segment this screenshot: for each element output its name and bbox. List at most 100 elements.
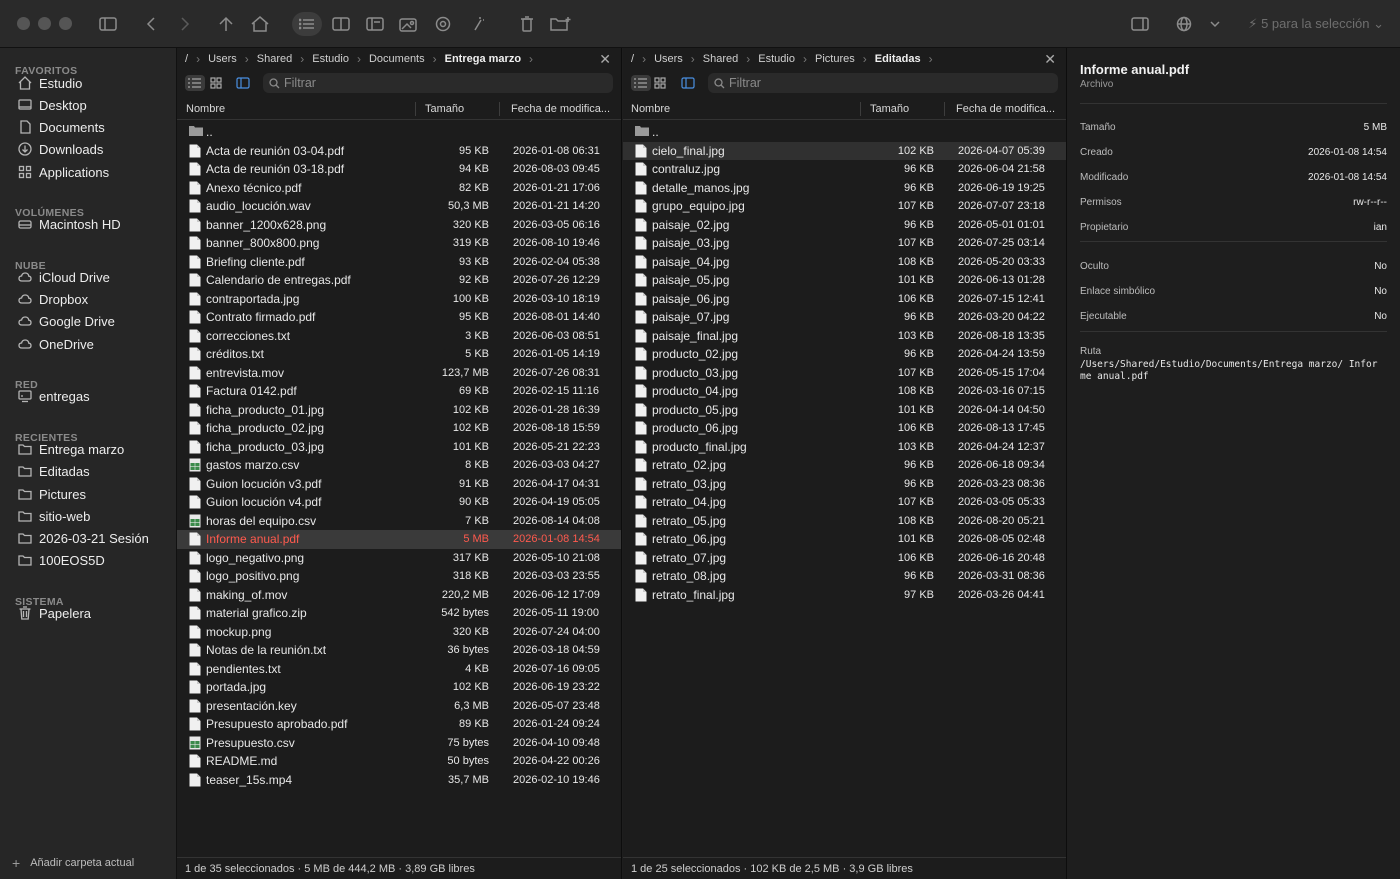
up-arrow-icon[interactable] xyxy=(216,12,236,36)
file-row[interactable]: Acta de reunión 03-18.pdf 94 KB 2026-08-03… xyxy=(177,160,621,179)
sidebar-item-100eos5d[interactable]: 100EOS5D xyxy=(18,550,105,570)
sidebar-item-entregas[interactable]: entregas xyxy=(18,386,90,406)
breadcrumb-item[interactable]: Pictures xyxy=(815,53,855,65)
file-row[interactable]: producto_03.jpg 107 KB 2026-05-15 17:04 xyxy=(623,364,1066,383)
file-row[interactable]: retrato_06.jpg 101 KB 2026-08-05 02:48 xyxy=(623,530,1066,549)
file-row[interactable]: paisaje_07.jpg 96 KB 2026-03-20 04:22 xyxy=(623,308,1066,327)
file-row[interactable]: mockup.png 320 KB 2026-07-24 04:00 xyxy=(177,623,621,642)
breadcrumb-item[interactable]: Users xyxy=(208,53,237,65)
file-row[interactable]: material grafico.zip 542 bytes 2026-05-11 … xyxy=(177,604,621,623)
column-name[interactable]: Nombre xyxy=(186,103,225,115)
file-row[interactable]: Informe anual.pdf 5 MB 2026-01-08 14:54 xyxy=(177,530,621,549)
file-row[interactable]: contraportada.jpg 100 KB 2026-03-10 18:19 xyxy=(177,290,621,309)
file-row[interactable]: Factura 0142.pdf 69 KB 2026-02-15 11:16 xyxy=(177,382,621,401)
file-row[interactable]: Acta de reunión 03-04.pdf 95 KB 2026-01-08… xyxy=(177,142,621,161)
sparkle-icon[interactable] xyxy=(466,12,488,36)
sidebar-item-downloads[interactable]: Downloads xyxy=(18,139,103,159)
sidebar-item-dropbox[interactable]: Dropbox xyxy=(18,289,88,309)
filter-input[interactable] xyxy=(284,76,564,90)
file-row[interactable]: retrato_02.jpg 96 KB 2026-06-18 09:34 xyxy=(623,456,1066,475)
column-name[interactable]: Nombre xyxy=(631,103,670,115)
breadcrumb-item[interactable]: Shared xyxy=(703,53,738,65)
list-view-icon[interactable] xyxy=(185,75,205,91)
file-row[interactable]: retrato_07.jpg 106 KB 2026-06-16 20:48 xyxy=(623,549,1066,568)
breadcrumb-item[interactable]: Editadas xyxy=(875,53,921,65)
grid-view-icon[interactable] xyxy=(206,75,226,91)
sidebar-item-estudio[interactable]: Estudio xyxy=(18,73,82,93)
sidebar-item-entrega-marzo[interactable]: Entrega marzo xyxy=(18,439,124,459)
file-row[interactable]: retrato_04.jpg 107 KB 2026-03-05 05:33 xyxy=(623,493,1066,512)
sidebar-item-documents[interactable]: Documents xyxy=(18,117,105,137)
sidebar-toggle-icon[interactable] xyxy=(96,12,120,36)
chevron-down-icon[interactable] xyxy=(1207,12,1223,36)
parent-folder-row[interactable]: .. xyxy=(177,123,621,142)
sidebar-item-macintosh-hd[interactable]: Macintosh HD xyxy=(18,214,121,234)
file-row[interactable]: audio_locución.wav 50,3 MB 2026-01-21 14:2… xyxy=(177,197,621,216)
close-window-button[interactable] xyxy=(17,17,30,30)
file-row[interactable]: logo_positivo.png 318 KB 2026-03-03 23:55 xyxy=(177,567,621,586)
list-view-icon[interactable] xyxy=(631,75,651,91)
home-icon[interactable] xyxy=(249,12,271,36)
close-pane-icon[interactable]: ✕ xyxy=(599,51,611,68)
list-view-icon[interactable] xyxy=(292,12,322,36)
breadcrumb-item[interactable]: Estudio xyxy=(312,53,349,65)
sidebar-item-desktop[interactable]: Desktop xyxy=(18,95,87,115)
file-row[interactable]: paisaje_06.jpg 106 KB 2026-07-15 12:41 xyxy=(623,290,1066,309)
file-row[interactable]: logo_negativo.png 317 KB 2026-05-10 21:08 xyxy=(177,549,621,568)
file-row[interactable]: Guion locución v4.pdf 90 KB 2026-04-19 05:… xyxy=(177,493,621,512)
column-date[interactable]: Fecha de modifica... xyxy=(511,103,610,115)
file-row[interactable]: Presupuesto aprobado.pdf 89 KB 2026-01-24 … xyxy=(177,715,621,734)
breadcrumb-item[interactable]: Users xyxy=(654,53,683,65)
file-row[interactable]: portada.jpg 102 KB 2026-06-19 23:22 xyxy=(177,678,621,697)
trash-icon[interactable] xyxy=(517,12,537,36)
file-row[interactable]: entrevista.mov 123,7 MB 2026-07-26 08:31 xyxy=(177,364,621,383)
close-pane-icon[interactable]: ✕ xyxy=(1044,51,1056,68)
file-row[interactable]: README.md 50 bytes 2026-04-22 00:26 xyxy=(177,752,621,771)
column-date[interactable]: Fecha de modifica... xyxy=(956,103,1055,115)
file-row[interactable]: gastos marzo.csv 8 KB 2026-03-03 04:27 xyxy=(177,456,621,475)
file-row[interactable]: paisaje_05.jpg 101 KB 2026-06-13 01:28 xyxy=(623,271,1066,290)
grid-view-icon[interactable] xyxy=(650,75,670,91)
minimize-window-button[interactable] xyxy=(38,17,51,30)
breadcrumb-item[interactable]: / xyxy=(631,53,634,65)
file-row[interactable]: horas del equipo.csv 7 KB 2026-08-14 04:08 xyxy=(177,512,621,531)
file-row[interactable]: cielo_final.jpg 102 KB 2026-04-07 05:39 xyxy=(623,141,1066,160)
forward-icon[interactable] xyxy=(176,12,194,36)
file-row[interactable]: Presupuesto.csv 75 bytes 2026-04-10 09:48 xyxy=(177,734,621,753)
file-row[interactable]: detalle_manos.jpg 96 KB 2026-06-19 19:25 xyxy=(623,179,1066,198)
file-row[interactable]: Guion locución v3.pdf 91 KB 2026-04-17 04:… xyxy=(177,475,621,494)
file-row[interactable]: ficha_producto_03.jpg 101 KB 2026-05-21 22… xyxy=(177,438,621,457)
file-row[interactable]: paisaje_03.jpg 107 KB 2026-07-25 03:14 xyxy=(623,234,1066,253)
breadcrumb-item[interactable]: / xyxy=(185,53,188,65)
file-row[interactable]: producto_05.jpg 101 KB 2026-04-14 04:50 xyxy=(623,401,1066,420)
sidebar-item-google-drive[interactable]: Google Drive xyxy=(18,311,115,331)
file-row[interactable]: ficha_producto_02.jpg 102 KB 2026-08-18 15… xyxy=(177,419,621,438)
file-row[interactable]: teaser_15s.mp4 35,7 MB 2026-02-10 19:46 xyxy=(177,771,621,790)
zoom-window-button[interactable] xyxy=(59,17,72,30)
gallery-icon[interactable] xyxy=(398,12,420,36)
file-row[interactable]: paisaje_02.jpg 96 KB 2026-05-01 01:01 xyxy=(623,216,1066,235)
inspector-toggle-icon[interactable] xyxy=(1129,12,1151,36)
file-row[interactable]: banner_1200x628.png 320 KB 2026-03-05 06:1… xyxy=(177,216,621,235)
file-row[interactable]: Anexo técnico.pdf 82 KB 2026-01-21 17:06 xyxy=(177,179,621,198)
quick-look-icon[interactable] xyxy=(432,12,454,36)
filter-field[interactable] xyxy=(708,73,1058,93)
sidebar-item-applications[interactable]: Applications xyxy=(18,162,109,182)
back-icon[interactable] xyxy=(142,12,160,36)
file-row[interactable]: producto_04.jpg 108 KB 2026-03-16 07:15 xyxy=(623,382,1066,401)
file-row[interactable]: correcciones.txt 3 KB 2026-06-03 08:51 xyxy=(177,327,621,346)
sidebar-item-papelera[interactable]: Papelera xyxy=(18,603,91,623)
file-row[interactable]: grupo_equipo.jpg 107 KB 2026-07-07 23:18 xyxy=(623,197,1066,216)
column-size[interactable]: Tamaño xyxy=(425,103,464,115)
filter-input[interactable] xyxy=(729,76,1009,90)
breadcrumb-item[interactable]: Estudio xyxy=(758,53,795,65)
file-row[interactable]: producto_final.jpg 103 KB 2026-04-24 12:37 xyxy=(623,438,1066,457)
column-size[interactable]: Tamaño xyxy=(870,103,909,115)
dual-pane-icon[interactable] xyxy=(330,12,352,36)
file-row[interactable]: paisaje_04.jpg 108 KB 2026-05-20 03:33 xyxy=(623,253,1066,272)
file-row[interactable]: retrato_08.jpg 96 KB 2026-03-31 08:36 xyxy=(623,567,1066,586)
file-row[interactable]: presentación.key 6,3 MB 2026-05-07 23:48 xyxy=(177,697,621,716)
file-row[interactable]: retrato_final.jpg 97 KB 2026-03-26 04:41 xyxy=(623,586,1066,605)
filter-field[interactable] xyxy=(263,73,613,93)
file-row[interactable]: making_of.mov 220,2 MB 2026-06-12 17:09 xyxy=(177,586,621,605)
